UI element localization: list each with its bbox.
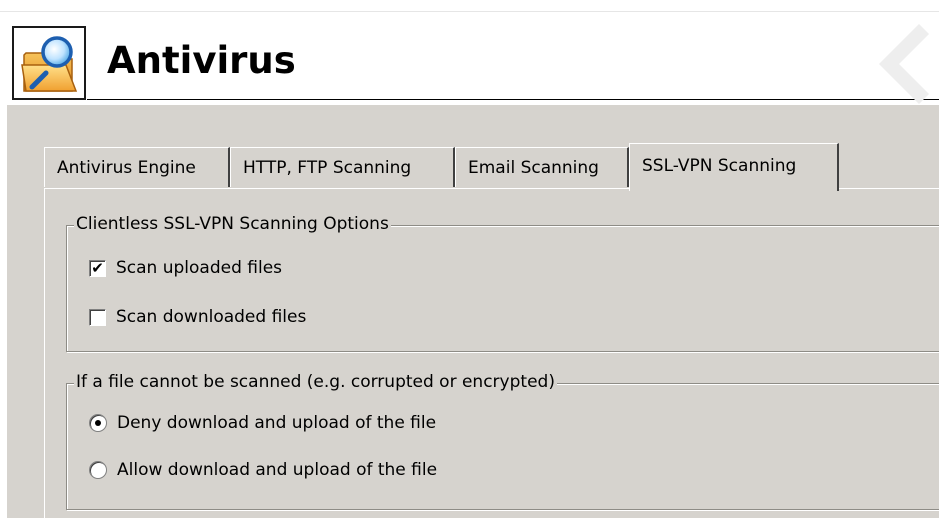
unscannable-legend: If a file cannot be scanned (e.g. corrup… bbox=[74, 372, 557, 392]
deny-label: Deny download and upload of the file bbox=[117, 413, 437, 433]
allow-option-row[interactable]: Allow download and upload of the file bbox=[89, 458, 437, 482]
tab-label: SSL-VPN Scanning bbox=[642, 156, 797, 176]
allow-label: Allow download and upload of the file bbox=[117, 460, 438, 480]
scanning-options-group: Clientless SSL-VPN Scanning Options ✔ Sc… bbox=[66, 214, 939, 352]
tab-panel-ssl-vpn: Clientless SSL-VPN Scanning Options ✔ Sc… bbox=[44, 188, 939, 518]
radio-selected-dot bbox=[95, 420, 101, 426]
allow-radio[interactable] bbox=[89, 461, 107, 479]
tab-label: Antivirus Engine bbox=[57, 158, 196, 178]
tab-email-scanning[interactable]: Email Scanning bbox=[455, 147, 629, 187]
scan-uploaded-row[interactable]: ✔ Scan uploaded files bbox=[89, 256, 282, 280]
deny-option-row[interactable]: Deny download and upload of the file bbox=[89, 411, 436, 435]
tab-antivirus-engine[interactable]: Antivirus Engine bbox=[44, 147, 230, 187]
scan-downloaded-row[interactable]: Scan downloaded files bbox=[89, 305, 306, 329]
page-header: Antivirus bbox=[0, 12, 939, 108]
deny-radio[interactable] bbox=[89, 414, 107, 432]
tab-ssl-vpn-scanning[interactable]: SSL-VPN Scanning bbox=[629, 143, 839, 191]
scanning-options-legend: Clientless SSL-VPN Scanning Options bbox=[74, 214, 391, 234]
folder-magnifier-icon bbox=[12, 26, 86, 100]
title-underline bbox=[87, 99, 939, 100]
decorative-chevron-icon bbox=[879, 24, 929, 104]
tab-label: Email Scanning bbox=[468, 158, 599, 178]
unscannable-group: If a file cannot be scanned (e.g. corrup… bbox=[66, 372, 939, 510]
page-title: Antivirus bbox=[107, 39, 296, 82]
tab-http-ftp-scanning[interactable]: HTTP, FTP Scanning bbox=[230, 147, 455, 187]
tab-label: HTTP, FTP Scanning bbox=[243, 158, 412, 178]
scan-downloaded-label: Scan downloaded files bbox=[116, 307, 307, 327]
scan-uploaded-checkbox[interactable]: ✔ bbox=[89, 259, 106, 277]
scan-downloaded-checkbox[interactable] bbox=[89, 308, 106, 326]
scan-uploaded-label: Scan uploaded files bbox=[116, 258, 283, 278]
